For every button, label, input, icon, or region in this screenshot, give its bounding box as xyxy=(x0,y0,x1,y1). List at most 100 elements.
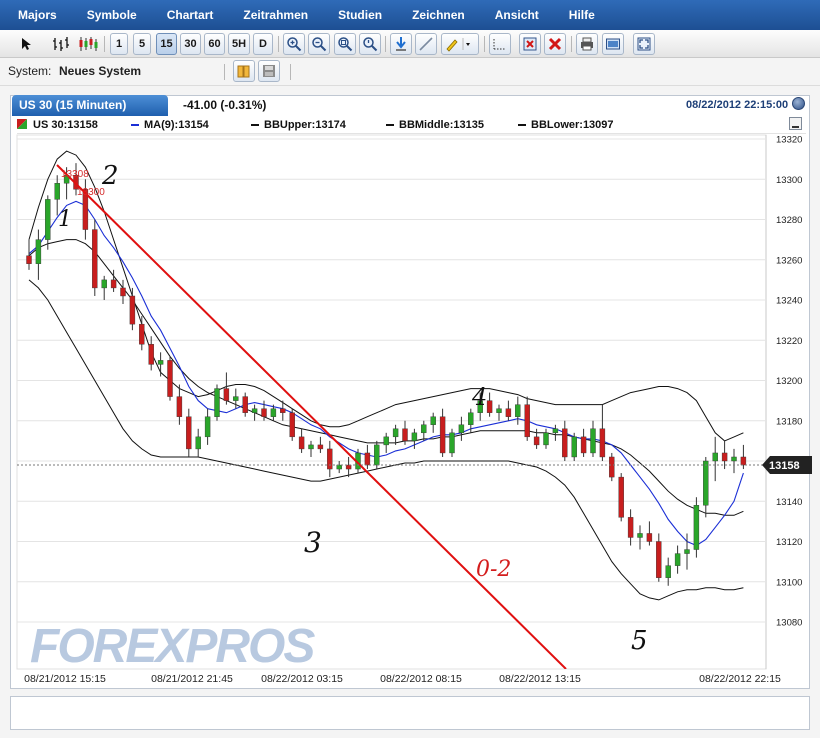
candle-body xyxy=(27,256,32,264)
candle-body xyxy=(393,429,398,437)
candle-body xyxy=(337,465,342,469)
x-tick-label: 08/21/2012 21:45 xyxy=(151,673,233,685)
candle-body xyxy=(139,324,144,344)
candle-body xyxy=(130,296,135,324)
candle-body xyxy=(233,397,238,401)
candle-body xyxy=(92,230,97,288)
candle-body xyxy=(450,433,455,453)
candle-body xyxy=(271,409,276,417)
wave-label-2: 2 xyxy=(101,161,119,191)
candle-body xyxy=(309,445,314,449)
candle-body xyxy=(403,429,408,441)
candle-body xyxy=(102,280,107,288)
candle-body xyxy=(421,425,426,433)
candle-body xyxy=(487,401,492,413)
candle-body xyxy=(506,409,511,417)
y-tick-label: 13140 xyxy=(776,497,802,508)
candle-body xyxy=(619,477,624,517)
candle-body xyxy=(384,437,389,445)
x-tick-label: 08/22/2012 03:15 xyxy=(261,673,343,685)
candle-body xyxy=(694,505,699,549)
candle-body xyxy=(741,457,746,465)
candle-body xyxy=(572,437,577,457)
y-tick-label: 13080 xyxy=(776,618,802,629)
candle-body xyxy=(224,389,229,401)
candle-body xyxy=(581,437,586,453)
candle-body xyxy=(534,437,539,445)
trading-app: Majors Symbole Chartart Zeitrahmen Studi… xyxy=(0,0,820,738)
watermark-text: FOREXPROS xyxy=(30,620,315,673)
candle-body xyxy=(252,409,257,413)
last-price-label: 13158 xyxy=(769,460,800,472)
candle-body xyxy=(177,397,182,417)
price-label-high: 13308 xyxy=(61,169,89,180)
candle-body xyxy=(327,449,332,469)
candle-body xyxy=(280,409,285,413)
x-tick-label: 08/21/2012 15:15 xyxy=(24,673,106,685)
candle-body xyxy=(497,409,502,413)
wave-label-3: 3 xyxy=(304,526,322,559)
x-tick-label: 08/22/2012 13:15 xyxy=(499,673,581,685)
candle-body xyxy=(732,457,737,461)
candle-body xyxy=(149,344,154,364)
y-tick-label: 13100 xyxy=(776,577,802,588)
y-tick-label: 13240 xyxy=(776,296,802,307)
candle-body xyxy=(158,360,163,364)
candle-body xyxy=(299,437,304,449)
candle-body xyxy=(45,199,50,239)
candle-body xyxy=(553,429,558,433)
candle-body xyxy=(36,240,41,264)
candle-body xyxy=(374,445,379,465)
candle-body xyxy=(459,425,464,433)
candle-body xyxy=(638,533,643,537)
candle-body xyxy=(647,533,652,541)
wave-label-5: 5 xyxy=(631,626,648,656)
candle-body xyxy=(515,405,520,417)
candle-body xyxy=(703,461,708,505)
candle-body xyxy=(111,280,116,288)
candle-body xyxy=(262,409,267,417)
candle-body xyxy=(666,566,671,578)
plot-area xyxy=(17,135,766,669)
candle-body xyxy=(431,417,436,425)
y-tick-label: 13320 xyxy=(776,135,802,146)
x-tick-label: 08/22/2012 22:15 xyxy=(699,673,781,685)
chart-canvas[interactable]: 1308013100131201314013160131801320013220… xyxy=(0,0,820,738)
y-tick-label: 13300 xyxy=(776,175,802,186)
y-tick-label: 13260 xyxy=(776,255,802,266)
candle-body xyxy=(591,429,596,453)
time-navigator[interactable] xyxy=(10,696,810,730)
candle-body xyxy=(675,554,680,566)
wave-label-1: 1 xyxy=(58,207,72,232)
candle-body xyxy=(196,437,201,449)
candle-body xyxy=(121,288,126,296)
y-tick-label: 13120 xyxy=(776,537,802,548)
candle-body xyxy=(713,453,718,461)
candle-body xyxy=(468,413,473,425)
trendline-label: 0-2 xyxy=(476,557,511,582)
wave-label-4: 4 xyxy=(471,383,487,411)
candle-body xyxy=(290,413,295,437)
candle-body xyxy=(600,429,605,457)
candle-body xyxy=(365,453,370,465)
candle-body xyxy=(656,542,661,578)
candle-body xyxy=(243,397,248,413)
candle-body xyxy=(168,360,173,396)
candle-body xyxy=(628,517,633,537)
y-tick-label: 13200 xyxy=(776,376,802,387)
candle-body xyxy=(544,433,549,445)
candle-body xyxy=(440,417,445,453)
x-tick-label: 08/22/2012 08:15 xyxy=(380,673,462,685)
y-tick-label: 13220 xyxy=(776,336,802,347)
candle-body xyxy=(318,445,323,449)
candle-body xyxy=(722,453,727,461)
candle-body xyxy=(186,417,191,449)
candle-body xyxy=(525,405,530,437)
candle-body xyxy=(215,389,220,417)
candle-body xyxy=(685,550,690,554)
candle-body xyxy=(412,433,417,441)
y-tick-label: 13280 xyxy=(776,215,802,226)
candle-body xyxy=(562,429,567,457)
y-tick-label: 13180 xyxy=(776,416,802,427)
price-label-low: 13300 xyxy=(77,187,105,198)
